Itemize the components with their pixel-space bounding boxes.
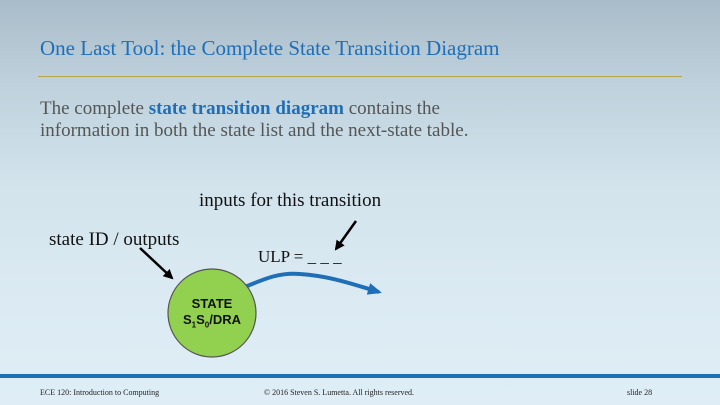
footer-divider xyxy=(0,374,720,378)
state-node-text: STATE S1S0/DRA xyxy=(166,296,258,329)
inputs-label: inputs for this transition xyxy=(199,190,382,211)
state-bit-s1: S xyxy=(182,312,192,327)
state-id-outputs: S1S0/DRA xyxy=(166,312,258,329)
state-name: STATE xyxy=(191,296,233,311)
transition-arrow xyxy=(239,271,382,295)
footer-course: ECE 120: Introduction to Computing xyxy=(40,388,160,397)
footer-copyright: © 2016 Steven S. Lumetta. All rights res… xyxy=(264,388,415,397)
state-outputs: /DRA xyxy=(209,312,242,327)
state-bit-s0: S xyxy=(196,312,205,327)
slide-number: slide 28 xyxy=(627,388,653,397)
inputs-pointer-arrow xyxy=(334,220,358,251)
state-pointer-arrow xyxy=(139,247,174,280)
transition-input-label: ULP = _ _ _ xyxy=(258,247,342,266)
state-outputs-label: state ID / outputs xyxy=(49,229,180,250)
